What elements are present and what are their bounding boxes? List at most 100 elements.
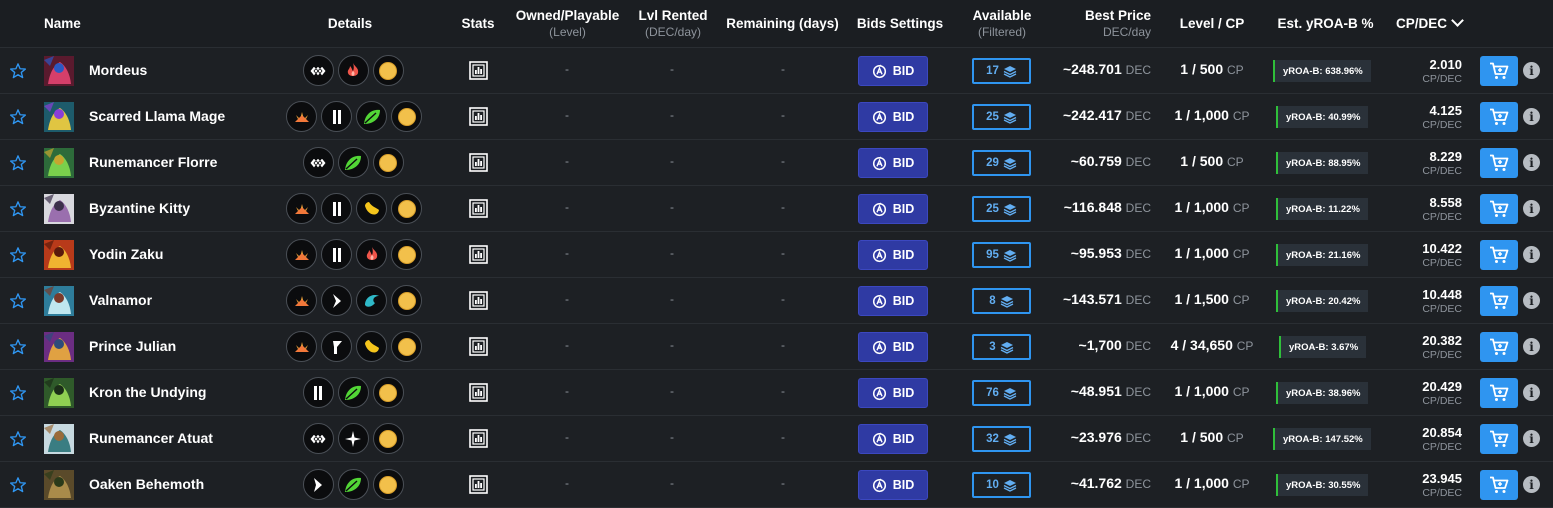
cp-per-dec: 4.125 CP/DEC	[1422, 103, 1462, 131]
stats-icon[interactable]	[469, 337, 488, 356]
favorite-star-icon[interactable]	[9, 292, 27, 310]
stats-icon[interactable]	[469, 107, 488, 126]
stats-icon[interactable]	[469, 429, 488, 448]
add-to-cart-button[interactable]	[1480, 286, 1518, 316]
header-stats: Stats	[448, 0, 508, 47]
lvl-rented-value: -	[670, 430, 674, 444]
info-icon[interactable]: i	[1523, 384, 1540, 401]
header-name[interactable]: Name	[44, 0, 81, 47]
available-button[interactable]: 25	[972, 104, 1031, 130]
add-to-cart-button[interactable]	[1480, 102, 1518, 132]
stats-icon[interactable]	[469, 475, 488, 494]
card-name[interactable]: Kron the Undying	[89, 384, 206, 400]
card-avatar[interactable]	[44, 56, 74, 86]
bid-button[interactable]: BID	[858, 286, 928, 316]
favorite-star-icon[interactable]	[9, 200, 27, 218]
info-icon[interactable]: i	[1523, 292, 1540, 309]
add-to-cart-button[interactable]	[1480, 424, 1518, 454]
header-lvl-rented[interactable]: Lvl Rented (DEC/day)	[623, 0, 723, 47]
info-icon[interactable]: i	[1523, 246, 1540, 263]
header-cpdec[interactable]: CP/DEC	[1384, 0, 1474, 47]
info-icon[interactable]: i	[1523, 200, 1540, 217]
add-to-cart-button[interactable]	[1480, 332, 1518, 362]
stats-icon[interactable]	[469, 245, 488, 264]
favorite-star-icon[interactable]	[9, 154, 27, 172]
info-icon[interactable]: i	[1523, 476, 1540, 493]
available-button[interactable]: 29	[972, 150, 1031, 176]
available-count: 3	[989, 341, 996, 353]
favorite-star-icon[interactable]	[9, 338, 27, 356]
info-icon[interactable]: i	[1523, 430, 1540, 447]
add-to-cart-button[interactable]	[1480, 240, 1518, 270]
card-avatar[interactable]	[44, 240, 74, 270]
header-best-price[interactable]: Best Price DEC/day	[1050, 0, 1151, 47]
bid-button[interactable]: BID	[858, 378, 928, 408]
bid-button[interactable]: BID	[858, 240, 928, 270]
card-avatar[interactable]	[44, 470, 74, 500]
bid-button[interactable]: BID	[858, 102, 928, 132]
favorite-star-icon[interactable]	[9, 108, 27, 126]
stats-icon[interactable]	[469, 383, 488, 402]
favorite-star-icon[interactable]	[9, 384, 27, 402]
available-button[interactable]: 17	[972, 58, 1031, 84]
bid-button[interactable]: BID	[858, 332, 928, 362]
card-name[interactable]: Runemancer Florre	[89, 154, 217, 170]
card-avatar[interactable]	[44, 102, 74, 132]
info-icon[interactable]: i	[1523, 338, 1540, 355]
card-name[interactable]: Mordeus	[89, 62, 147, 78]
header-available[interactable]: Available (Filtered)	[962, 0, 1042, 47]
card-avatar[interactable]	[44, 194, 74, 224]
card-name[interactable]: Scarred Llama Mage	[89, 108, 225, 124]
stats-icon[interactable]	[469, 199, 488, 218]
add-to-cart-button[interactable]	[1480, 56, 1518, 86]
info-icon[interactable]: i	[1523, 62, 1540, 79]
available-button[interactable]: 8	[972, 288, 1031, 314]
available-button[interactable]: 32	[972, 426, 1031, 452]
stats-icon[interactable]	[469, 61, 488, 80]
bid-button[interactable]: BID	[858, 470, 928, 500]
cp-per-dec-value: 10.422	[1422, 241, 1462, 256]
add-to-cart-button[interactable]	[1480, 194, 1518, 224]
bid-button[interactable]: BID	[858, 148, 928, 178]
available-button[interactable]: 76	[972, 380, 1031, 406]
bid-button[interactable]: BID	[858, 56, 928, 86]
bid-button[interactable]: BID	[858, 194, 928, 224]
available-button[interactable]: 95	[972, 242, 1031, 268]
card-avatar[interactable]	[44, 286, 74, 316]
stats-icon[interactable]	[469, 153, 488, 172]
info-icon[interactable]: i	[1523, 154, 1540, 171]
header-level-cp[interactable]: Level / CP	[1162, 0, 1262, 47]
header-lvl-rented-sub: (DEC/day)	[644, 25, 701, 39]
card-name[interactable]: Yodin Zaku	[89, 246, 163, 262]
available-button[interactable]: 25	[972, 196, 1031, 222]
favorite-star-icon[interactable]	[9, 62, 27, 80]
card-name[interactable]: Valnamor	[89, 292, 152, 308]
card-name[interactable]: Byzantine Kitty	[89, 200, 190, 216]
card-avatar[interactable]	[44, 378, 74, 408]
card-avatar[interactable]	[44, 148, 74, 178]
header-yroa[interactable]: Est. yROA-B %	[1268, 0, 1383, 47]
add-to-cart-button[interactable]	[1480, 470, 1518, 500]
card-name[interactable]: Oaken Behemoth	[89, 476, 204, 492]
bid-button[interactable]: BID	[858, 424, 928, 454]
favorite-star-icon[interactable]	[9, 246, 27, 264]
bid-icon	[872, 201, 887, 217]
card-avatar[interactable]	[44, 424, 74, 454]
table-body: Mordeus - - - BID 17 ~248.701 DEC 1 / 500 CP yRO…	[0, 48, 1553, 508]
available-button[interactable]: 3	[972, 334, 1031, 360]
card-name[interactable]: Runemancer Atuat	[89, 430, 213, 446]
card-name[interactable]: Prince Julian	[89, 338, 176, 354]
lvl-rented-value: -	[670, 108, 674, 122]
info-icon[interactable]: i	[1523, 108, 1540, 125]
level-cp: 1 / 500 CP	[1152, 61, 1272, 77]
add-to-cart-button[interactable]	[1480, 378, 1518, 408]
stats-icon[interactable]	[469, 291, 488, 310]
add-to-cart-button[interactable]	[1480, 148, 1518, 178]
header-remaining[interactable]: Remaining (days)	[720, 0, 845, 47]
header-owned[interactable]: Owned/Playable (Level)	[505, 0, 630, 47]
cart-icon	[1489, 108, 1509, 126]
favorite-star-icon[interactable]	[9, 476, 27, 494]
favorite-star-icon[interactable]	[9, 430, 27, 448]
card-avatar[interactable]	[44, 332, 74, 362]
available-button[interactable]: 10	[972, 472, 1031, 498]
